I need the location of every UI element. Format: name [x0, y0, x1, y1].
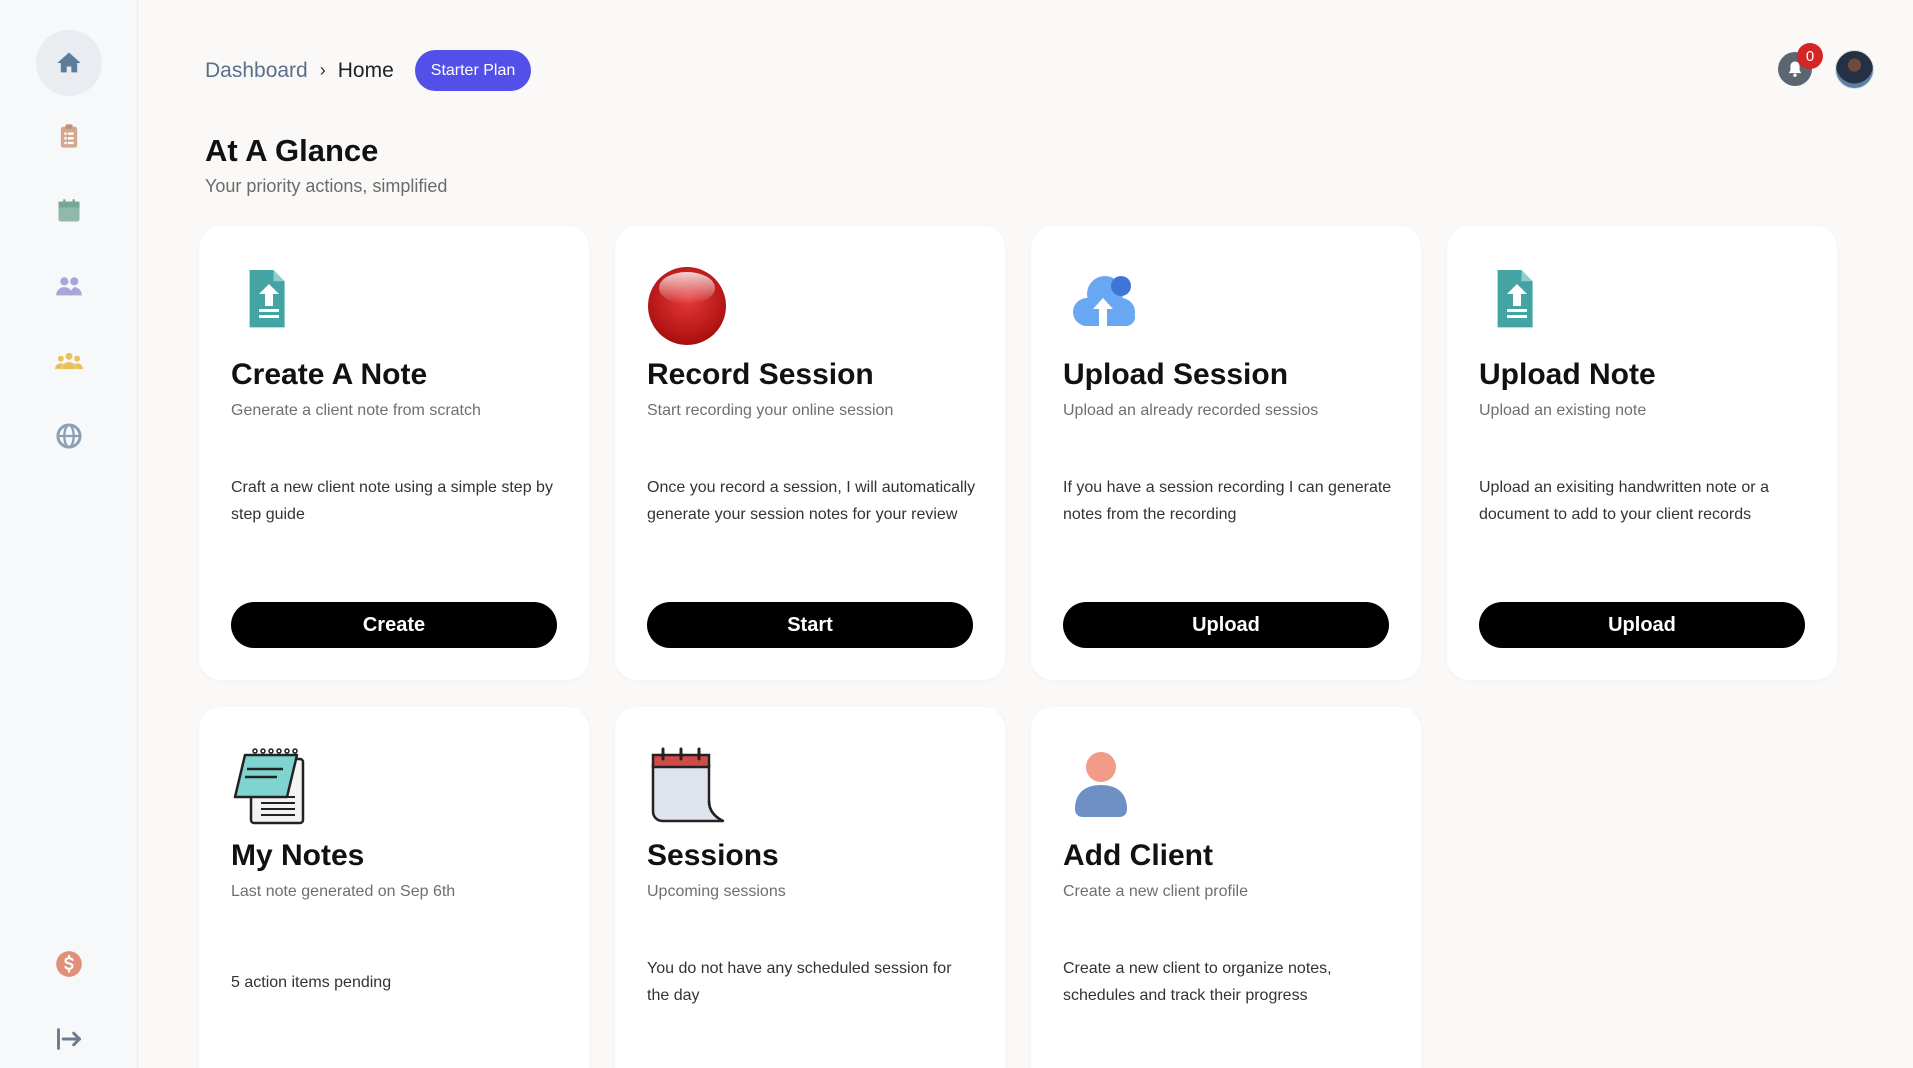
- nav-home[interactable]: [36, 30, 102, 96]
- upload-session-button[interactable]: Upload: [1063, 602, 1389, 648]
- plan-badge[interactable]: Starter Plan: [414, 50, 532, 91]
- card-title: Sessions: [647, 839, 779, 872]
- page-subtitle: Your priority actions, simplified: [205, 176, 448, 196]
- card-title: Create A Note: [231, 358, 428, 391]
- nav-web[interactable]: [36, 403, 102, 469]
- nav-notes[interactable]: [36, 103, 102, 169]
- person-icon: [1075, 752, 1127, 817]
- nav-clients[interactable]: [36, 253, 102, 319]
- nav-billing[interactable]: [36, 931, 102, 997]
- card-title: My Notes: [231, 839, 365, 872]
- calendar-page-icon: [651, 747, 725, 823]
- calendar-icon: [58, 199, 80, 222]
- cloud-upload-icon: [1073, 276, 1135, 326]
- start-button[interactable]: Start: [647, 602, 973, 648]
- file-upload-icon: [249, 270, 285, 328]
- breadcrumb-current: Home: [337, 58, 394, 82]
- card-subtitle: Upload an existing note: [1479, 402, 1647, 419]
- card-subtitle: Upload an already recorded sessios: [1063, 402, 1319, 419]
- card-upload-session: Upload Session Upload an already recorde…: [1031, 226, 1421, 680]
- card-description: Once you record a session, I will automa…: [647, 479, 976, 523]
- clipboard-list-icon: [60, 124, 78, 148]
- create-button[interactable]: Create: [231, 602, 557, 648]
- card-description: Create a new client to organize notes, s…: [1063, 960, 1332, 1004]
- sidebar: [0, 0, 138, 1068]
- file-upload-icon: [1497, 270, 1533, 328]
- card-description: 5 action items pending: [231, 974, 392, 991]
- nav-calendar[interactable]: [36, 178, 102, 244]
- card-title: Record Session: [647, 358, 874, 391]
- breadcrumb-dashboard-link[interactable]: Dashboard: [205, 59, 308, 83]
- card-my-notes[interactable]: My Notes Last note generated on Sep 6th …: [199, 707, 589, 1068]
- card-description: Upload an exisiting handwritten note or …: [1479, 479, 1769, 523]
- group-icon: [55, 352, 83, 370]
- nav-groups[interactable]: [36, 328, 102, 394]
- card-record-session: Record Session Start recording your onli…: [615, 226, 1005, 680]
- breadcrumb-separator: ›: [319, 60, 326, 80]
- card-subtitle: Generate a client note from scratch: [231, 402, 481, 419]
- card-title: Upload Note: [1479, 358, 1656, 391]
- breadcrumb: Dashboard › Home Starter Plan: [205, 50, 532, 91]
- upload-note-button[interactable]: Upload: [1479, 602, 1805, 648]
- home-icon: [57, 52, 81, 73]
- users-icon: [56, 277, 82, 296]
- logout-icon: [57, 1028, 81, 1050]
- card-create-note: Create A Note Generate a client note fro…: [199, 226, 589, 680]
- globe-icon: [56, 423, 82, 449]
- card-subtitle: Create a new client profile: [1063, 883, 1248, 900]
- card-description: You do not have any scheduled session fo…: [647, 960, 952, 1004]
- card-title: Add Client: [1063, 839, 1213, 872]
- dollar-icon: [56, 951, 82, 977]
- card-subtitle: Start recording your online session: [647, 402, 894, 419]
- card-sessions[interactable]: Sessions Upcoming sessions You do not ha…: [615, 707, 1005, 1068]
- card-subtitle: Upcoming sessions: [647, 883, 786, 900]
- notification-count-badge: 0: [1797, 43, 1823, 69]
- page-title: At A Glance: [205, 133, 379, 168]
- nav-logout[interactable]: [36, 1006, 102, 1068]
- card-add-client[interactable]: Add Client Create a new client profile C…: [1031, 707, 1421, 1068]
- card-description: Craft a new client note using a simple s…: [231, 479, 553, 523]
- card-description: If you have a session recording I can ge…: [1063, 479, 1392, 523]
- card-upload-note: Upload Note Upload an existing note Uplo…: [1447, 226, 1837, 680]
- record-icon: [648, 267, 726, 345]
- avatar[interactable]: [1835, 50, 1874, 89]
- card-subtitle: Last note generated on Sep 6th: [231, 883, 456, 900]
- card-title: Upload Session: [1063, 358, 1289, 391]
- notepad-icon: [233, 748, 305, 825]
